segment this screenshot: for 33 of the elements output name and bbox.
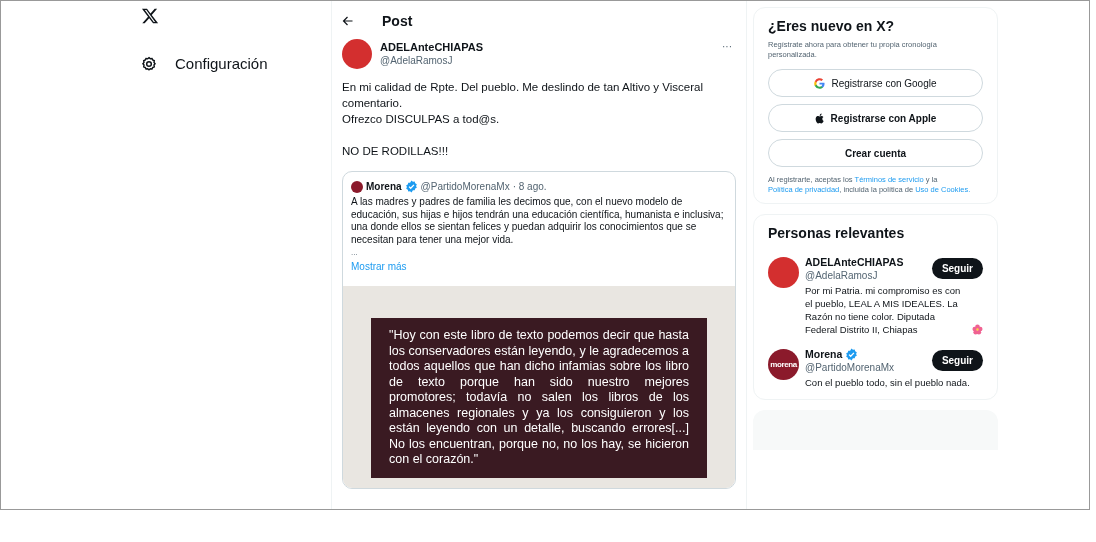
- avatar: [351, 180, 363, 193]
- google-logo-icon: [814, 77, 826, 89]
- quoted-post-date: · 8 ago.: [512, 180, 547, 194]
- person-name[interactable]: ADELAnteCHIAPAS: [805, 256, 904, 269]
- person-name[interactable]: Morena: [805, 348, 843, 361]
- x-logo-icon[interactable]: [141, 7, 159, 25]
- quoted-post-card[interactable]: [342, 171, 736, 489]
- back-arrow-icon[interactable]: [342, 15, 354, 27]
- avatar[interactable]: morena: [768, 349, 799, 380]
- person-handle[interactable]: @AdelaRamosJ: [805, 269, 932, 282]
- settings-link[interactable]: Configuración: [141, 53, 331, 76]
- author-handle[interactable]: @AdelaRamosJ: [380, 54, 710, 67]
- quote-text: "Hoy con este libro de texto podemos decir que hasta los conservadores están leyendo, y le agradecemos a todos aquellos que han dicho infamias sobre los libro de texto porque han sido nuestro mejores promotores; todavía no salen los libros de los almacenes regionales y ya los consiguieron y los están leyendo con un detalle, buscando errores[...] No los encuentran, porque no, no los hay, se hicieron con el corazón.": [371, 318, 707, 478]
- card-title: ¿Eres nuevo en X?: [768, 17, 896, 36]
- quoted-author-handle: @PartidoMorenaMx: [420, 180, 510, 194]
- page-title: Post: [382, 11, 413, 31]
- author-name[interactable]: ADELAnteCHIAPAS: [380, 41, 710, 54]
- ellipsis: ...: [350, 248, 359, 258]
- more-button[interactable]: ···: [718, 39, 736, 54]
- follow-button[interactable]: Seguir: [931, 350, 983, 371]
- post-text: En mi calidad de Rpte. Del pueblo. Me deslindo de tan Altivo y Visceral comentario. Ofrezco DISCULPAS a tod@s.: [342, 80, 704, 127]
- avatar[interactable]: [768, 257, 799, 288]
- avatar[interactable]: [342, 39, 372, 69]
- settings-icon: [141, 56, 157, 73]
- post-text: NO DE RODILLAS!!!: [342, 144, 450, 159]
- quoted-author-name: Morena: [366, 180, 402, 194]
- follow-button[interactable]: Seguir: [931, 258, 983, 279]
- person-bio: Con el pueblo todo, sin el pueblo nada.: [805, 376, 971, 389]
- card-title: Personas relevantes: [768, 224, 906, 243]
- person-bio: Por mi Patria. mi compromiso es con el pueblo, LEAL A MIS IDEALES. La Razón no tiene color. Diputada Federal Distrito II, Chiapas: [805, 284, 962, 336]
- quoted-post-text: A las madres y padres de familia les decimos que, con el nuevo modelo de educación, sus hijas e hijos tendrán una educación científica, humanista e inclusiva; una donde ellos se sientan felices y puedan adquirir los conocimientos que se necesitan para tener una mejor vida.: [350, 196, 725, 246]
- person-handle[interactable]: @PartidoMorenaMx: [805, 361, 932, 374]
- apple-logo-icon: [814, 112, 825, 124]
